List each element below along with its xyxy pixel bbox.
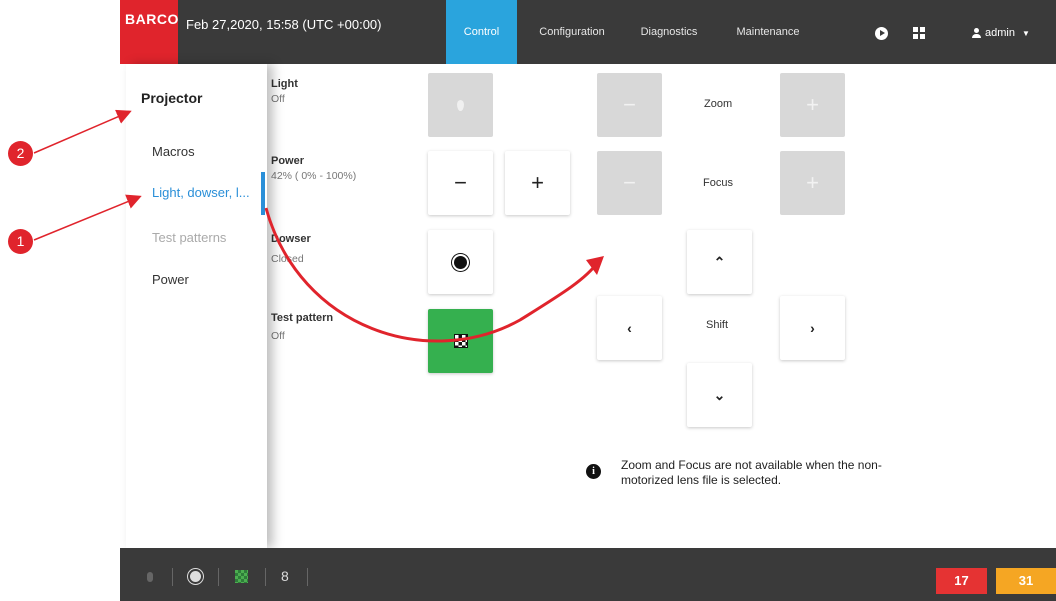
annotation-curve-arrow (264, 207, 600, 343)
annotation-marker-2: 2 (8, 141, 33, 166)
annotation-arrow-2 (33, 109, 132, 154)
annotation-arrow-1 (33, 194, 142, 241)
annotation-marker-1: 1 (8, 229, 33, 254)
annotation-overlay (33, 109, 604, 343)
screen: BARCO Feb 27,2020, 15:58 (UTC +00:00) Co… (0, 0, 1056, 601)
